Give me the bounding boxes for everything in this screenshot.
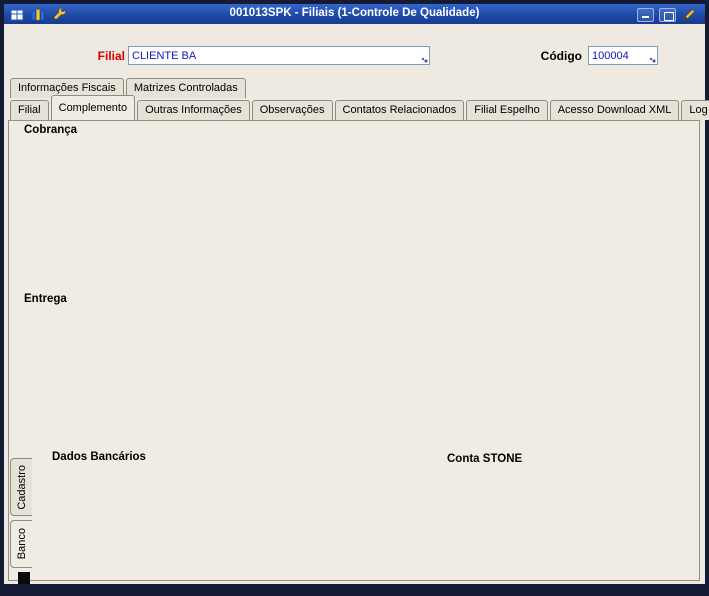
entrega-title: Entrega: [20, 293, 71, 305]
tab-filial-espelho[interactable]: Filial Espelho: [466, 100, 548, 120]
tab-contatos-relacionados[interactable]: Contatos Relacionados: [334, 100, 465, 120]
codigo-label: Código: [540, 49, 582, 63]
side-tab-strip-mark: [18, 572, 30, 584]
tab-observacoes[interactable]: Observações: [251, 100, 333, 120]
filial-input[interactable]: [128, 46, 430, 65]
tab-filial[interactable]: Filial: [10, 100, 49, 120]
complemento-tab-panel: [8, 120, 700, 581]
window-title: 001013SPK - Filiais (1-Controle De Quali…: [229, 7, 480, 19]
titlebar-controls: [637, 7, 697, 23]
minimize-button[interactable]: [637, 8, 654, 22]
filial-label: Filial: [97, 49, 125, 63]
side-tab-banco[interactable]: Banco: [10, 520, 32, 568]
tab-matrizes-controladas[interactable]: Matrizes Controladas: [125, 78, 246, 98]
titlebar: 001013SPK - Filiais (1-Controle De Quali…: [4, 4, 705, 24]
app-window: 001013SPK - Filiais (1-Controle De Quali…: [0, 0, 709, 596]
conta-stone-title: Conta STONE: [447, 453, 523, 465]
cobranca-title: Cobrança: [20, 124, 82, 136]
tab-outras-informacoes[interactable]: Outras Informações: [137, 100, 250, 120]
dados-bancarios-title: Dados Bancários: [48, 451, 150, 463]
side-tab-cadastro[interactable]: Cadastro: [10, 458, 32, 516]
main-tabstrip: Filial Complemento Outras Informações Ob…: [10, 95, 709, 120]
tab-log[interactable]: Log: [681, 100, 709, 120]
codigo-input[interactable]: [588, 46, 658, 65]
tab-acesso-download-xml[interactable]: Acesso Download XML: [549, 100, 680, 120]
tab-complemento[interactable]: Complemento: [50, 95, 136, 120]
edit-pencil-icon[interactable]: [681, 7, 697, 23]
maximize-button[interactable]: [659, 8, 676, 22]
